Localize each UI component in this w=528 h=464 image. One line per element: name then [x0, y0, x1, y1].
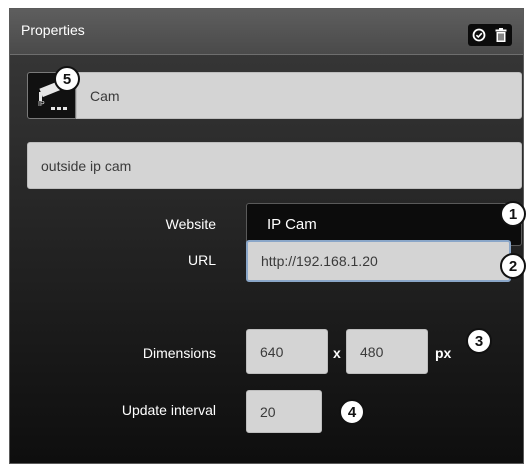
panel-header: Properties [10, 9, 523, 55]
callout-badge-4: 4 [339, 399, 365, 425]
dimension-separator: x [333, 345, 341, 361]
callout-badge-2: 2 [500, 253, 526, 279]
dimensions-label: Dimensions [142, 345, 216, 361]
callout-badge-3: 3 [466, 328, 492, 354]
source-name-input[interactable]: Cam [76, 72, 522, 119]
website-label: Website [165, 216, 216, 232]
url-label: URL [187, 252, 216, 268]
properties-panel: Properties IP Cam outside ip cam Website… [9, 8, 524, 464]
trash-icon[interactable] [492, 26, 510, 44]
callout-badge-5: 5 [54, 66, 80, 92]
ip-icon-text: IP [38, 101, 45, 108]
url-input[interactable]: http://192.168.1.20 [246, 240, 511, 282]
callout-badge-1: 1 [500, 201, 526, 227]
width-input[interactable]: 640 [246, 329, 328, 374]
panel-title: Properties [21, 22, 85, 38]
height-input[interactable]: 480 [346, 329, 428, 374]
source-name-row: IP Cam [27, 72, 522, 119]
dimension-unit: px [435, 345, 452, 361]
check-circle-icon[interactable] [470, 26, 488, 44]
update-interval-input[interactable]: 20 [246, 390, 322, 433]
header-button-group [468, 24, 512, 46]
update-interval-label: Update interval [121, 402, 216, 418]
description-input[interactable]: outside ip cam [27, 142, 522, 189]
